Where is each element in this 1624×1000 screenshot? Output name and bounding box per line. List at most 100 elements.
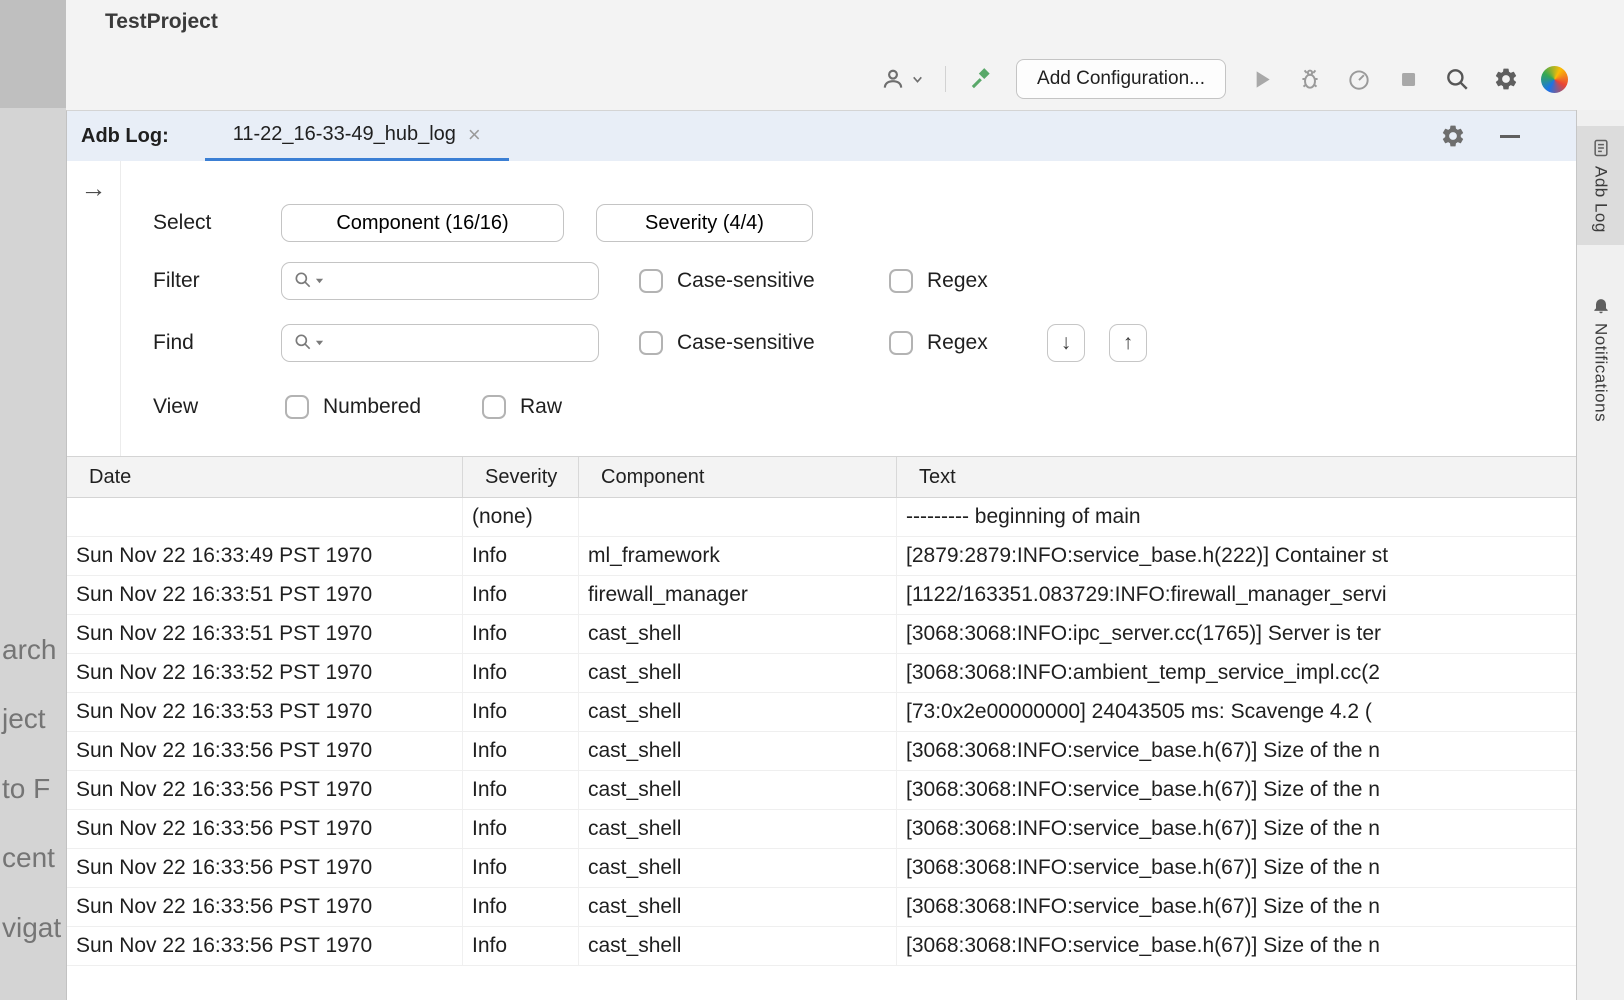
minimize-icon[interactable] bbox=[1500, 135, 1520, 138]
add-configuration-button[interactable]: Add Configuration... bbox=[1016, 59, 1226, 99]
collapse-filters-arrow-icon[interactable]: → bbox=[81, 175, 107, 456]
checkbox-icon bbox=[482, 395, 506, 419]
background-text-fragment: arch bbox=[2, 634, 56, 666]
right-tool-window-stripe: Adb Log Notifications bbox=[1576, 110, 1624, 1000]
background-text-fragment: vigat bbox=[2, 912, 61, 944]
severity-filter-button[interactable]: Severity (4/4) bbox=[596, 204, 813, 242]
cell-text: [3068:3068:INFO:service_base.h(67)] Size… bbox=[897, 810, 1576, 848]
find-regex-checkbox[interactable]: Regex bbox=[889, 324, 988, 362]
cell-component: firewall_manager bbox=[579, 576, 897, 614]
table-header: Date Severity Component Text bbox=[67, 457, 1576, 498]
cell-date: Sun Nov 22 16:33:52 PST 1970 bbox=[67, 654, 463, 692]
background-fragments: archjectto Fcentvigat bbox=[0, 0, 66, 1000]
search-icon[interactable] bbox=[1443, 65, 1471, 93]
project-title: TestProject bbox=[105, 10, 218, 34]
filter-row: Filter Case-sensitive Rege bbox=[121, 262, 1576, 300]
table-row[interactable]: Sun Nov 22 16:33:53 PST 1970 Info cast_s… bbox=[67, 693, 1576, 732]
cell-text: [3068:3068:INFO:ipc_server.cc(1765)] Ser… bbox=[897, 615, 1576, 653]
column-header-date[interactable]: Date bbox=[67, 457, 463, 497]
table-row[interactable]: Sun Nov 22 16:33:51 PST 1970 Info firewa… bbox=[67, 576, 1576, 615]
table-row[interactable]: Sun Nov 22 16:33:56 PST 1970 Info cast_s… bbox=[67, 849, 1576, 888]
filter-regex-checkbox[interactable]: Regex bbox=[889, 262, 988, 300]
table-row[interactable]: Sun Nov 22 16:33:56 PST 1970 Info cast_s… bbox=[67, 927, 1576, 966]
component-filter-button[interactable]: Component (16/16) bbox=[281, 204, 564, 242]
table-row[interactable]: Sun Nov 22 16:33:56 PST 1970 Info cast_s… bbox=[67, 888, 1576, 927]
column-header-component[interactable]: Component bbox=[579, 457, 897, 497]
find-input[interactable] bbox=[281, 324, 599, 362]
raw-checkbox[interactable]: Raw bbox=[482, 388, 562, 426]
cell-date: Sun Nov 22 16:33:56 PST 1970 bbox=[67, 888, 463, 926]
background-text-fragment: cent bbox=[2, 842, 55, 874]
find-search-box bbox=[281, 324, 599, 362]
cell-severity: Info bbox=[463, 810, 579, 848]
adb-log-panel: Adb Log: 11-22_16-33-49_hub_log × → Sele… bbox=[66, 110, 1576, 1000]
stop-icon[interactable] bbox=[1394, 65, 1422, 93]
table-row[interactable]: Sun Nov 22 16:33:56 PST 1970 Info cast_s… bbox=[67, 810, 1576, 849]
table-row[interactable]: (none) --------- beginning of main bbox=[67, 498, 1576, 537]
stripe-tab-notifications[interactable]: Notifications bbox=[1577, 283, 1624, 434]
column-header-severity[interactable]: Severity bbox=[463, 457, 579, 497]
stripe-tab-label: Adb Log bbox=[1591, 166, 1611, 233]
cell-date: Sun Nov 22 16:33:56 PST 1970 bbox=[67, 927, 463, 965]
numbered-label: Numbered bbox=[323, 395, 421, 419]
user-icon bbox=[879, 65, 907, 93]
table-row[interactable]: Sun Nov 22 16:33:49 PST 1970 Info ml_fra… bbox=[67, 537, 1576, 576]
log-file-tab[interactable]: 11-22_16-33-49_hub_log × bbox=[205, 111, 509, 161]
build-hammer-icon[interactable] bbox=[967, 65, 995, 93]
checkbox-icon bbox=[639, 269, 663, 293]
find-previous-button[interactable]: ↑ bbox=[1109, 324, 1147, 362]
stripe-tab-label: Notifications bbox=[1591, 323, 1611, 422]
select-row: Select Component (16/16) Severity (4/4) bbox=[121, 204, 1576, 242]
cell-component bbox=[579, 498, 897, 536]
cell-date: Sun Nov 22 16:33:56 PST 1970 bbox=[67, 732, 463, 770]
column-header-text[interactable]: Text bbox=[897, 457, 1576, 497]
profiler-icon[interactable] bbox=[1345, 65, 1373, 93]
case-sensitive-label: Case-sensitive bbox=[677, 269, 815, 293]
regex-label: Regex bbox=[927, 331, 988, 355]
table-row[interactable]: Sun Nov 22 16:33:56 PST 1970 Info cast_s… bbox=[67, 771, 1576, 810]
cell-severity: Info bbox=[463, 771, 579, 809]
cell-text: [3068:3068:INFO:service_base.h(67)] Size… bbox=[897, 927, 1576, 965]
checkbox-icon bbox=[285, 395, 309, 419]
view-label: View bbox=[153, 388, 198, 426]
numbered-checkbox[interactable]: Numbered bbox=[285, 388, 421, 426]
find-label: Find bbox=[153, 324, 194, 362]
cell-date: Sun Nov 22 16:33:51 PST 1970 bbox=[67, 576, 463, 614]
cell-component: cast_shell bbox=[579, 732, 897, 770]
filter-input[interactable] bbox=[281, 262, 599, 300]
debug-bug-icon[interactable] bbox=[1296, 65, 1324, 93]
log-tab-label: 11-22_16-33-49_hub_log bbox=[233, 123, 456, 146]
cell-text: [73:0x2e00000000] 24043505 ms: Scavenge … bbox=[897, 693, 1576, 731]
stripe-tab-adb-log[interactable]: Adb Log bbox=[1577, 126, 1624, 245]
log-table: Date Severity Component Text (none) ----… bbox=[67, 457, 1576, 966]
table-row[interactable]: Sun Nov 22 16:33:56 PST 1970 Info cast_s… bbox=[67, 732, 1576, 771]
find-case-sensitive-checkbox[interactable]: Case-sensitive bbox=[639, 324, 815, 362]
checkbox-icon bbox=[889, 331, 913, 355]
cell-component: cast_shell bbox=[579, 810, 897, 848]
close-icon[interactable]: × bbox=[468, 124, 481, 146]
ai-assistant-icon[interactable] bbox=[1541, 66, 1568, 93]
main-toolbar: Add Configuration... bbox=[879, 56, 1568, 102]
select-label: Select bbox=[153, 204, 211, 242]
cell-component: cast_shell bbox=[579, 849, 897, 887]
panel-settings-gear-icon[interactable] bbox=[1440, 123, 1466, 149]
cell-date: Sun Nov 22 16:33:56 PST 1970 bbox=[67, 771, 463, 809]
find-next-button[interactable]: ↓ bbox=[1047, 324, 1085, 362]
cell-text: [3068:3068:INFO:ambient_temp_service_imp… bbox=[897, 654, 1576, 692]
cell-text: [2879:2879:INFO:service_base.h(222)] Con… bbox=[897, 537, 1576, 575]
settings-gear-icon[interactable] bbox=[1492, 65, 1520, 93]
cell-component: cast_shell bbox=[579, 615, 897, 653]
filter-case-sensitive-checkbox[interactable]: Case-sensitive bbox=[639, 262, 815, 300]
cell-component: cast_shell bbox=[579, 654, 897, 692]
cell-date: Sun Nov 22 16:33:49 PST 1970 bbox=[67, 537, 463, 575]
table-row[interactable]: Sun Nov 22 16:33:52 PST 1970 Info cast_s… bbox=[67, 654, 1576, 693]
cell-severity: Info bbox=[463, 927, 579, 965]
user-profile-button[interactable] bbox=[879, 65, 924, 93]
run-icon[interactable] bbox=[1247, 65, 1275, 93]
panel-header: Adb Log: 11-22_16-33-49_hub_log × bbox=[67, 111, 1576, 161]
cell-component: cast_shell bbox=[579, 693, 897, 731]
title-bar: TestProject Add Configuration... bbox=[66, 0, 1624, 110]
cell-component: cast_shell bbox=[579, 888, 897, 926]
table-row[interactable]: Sun Nov 22 16:33:51 PST 1970 Info cast_s… bbox=[67, 615, 1576, 654]
cell-date: Sun Nov 22 16:33:56 PST 1970 bbox=[67, 810, 463, 848]
